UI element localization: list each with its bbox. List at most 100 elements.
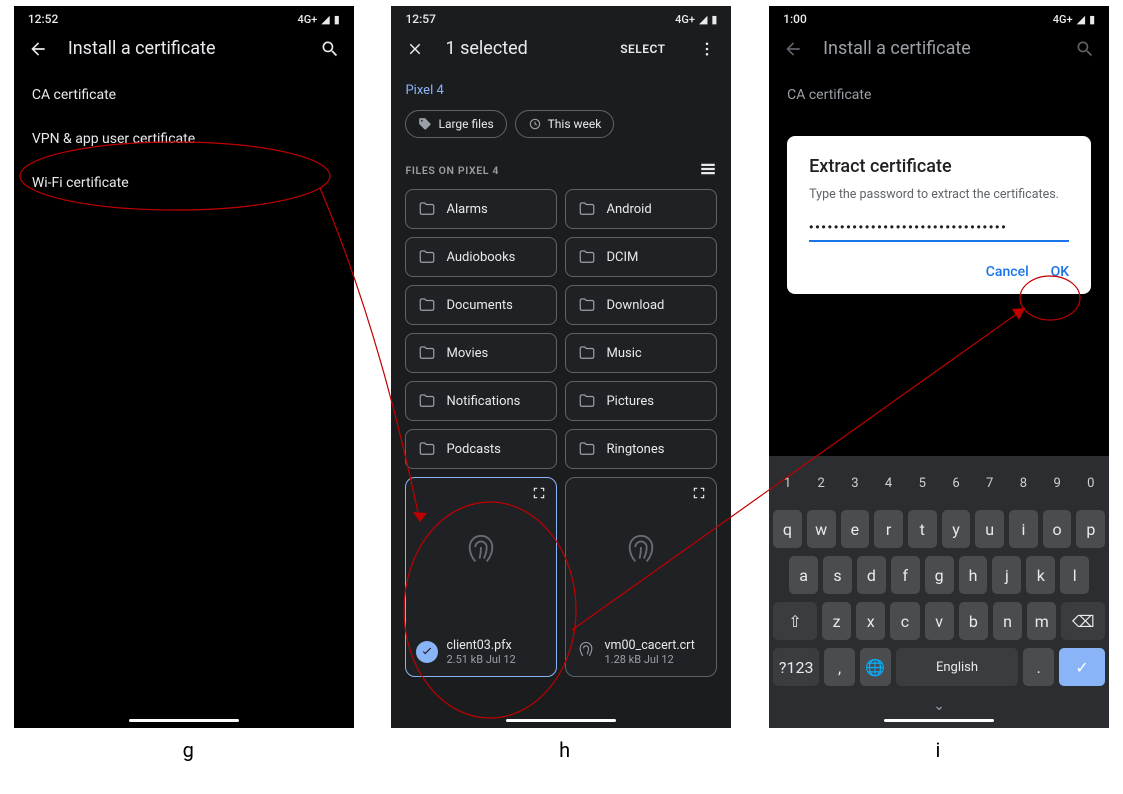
key-q[interactable]: q <box>773 510 802 548</box>
history-icon <box>528 117 542 131</box>
section-header: FILES ON PIXEL 4 <box>391 144 731 189</box>
app-bar: 1 selected SELECT <box>391 30 731 73</box>
key-sym[interactable]: ?123 <box>773 648 819 686</box>
status-bar: 12:57 4G+ ◢ ▮ <box>391 6 731 30</box>
folder-pictures[interactable]: Pictures <box>565 381 717 421</box>
expand-icon[interactable] <box>692 486 708 502</box>
folder-dcim[interactable]: DCIM <box>565 237 717 277</box>
nav-gesture-pill <box>129 719 239 722</box>
key-u[interactable]: u <box>975 510 1004 548</box>
key-b[interactable]: b <box>959 602 988 640</box>
key-o[interactable]: o <box>1043 510 1072 548</box>
extract-dialog: Extract certificate Type the password to… <box>787 136 1091 294</box>
key-9[interactable]: 9 <box>1043 464 1072 502</box>
folder-documents[interactable]: Documents <box>405 285 557 325</box>
key-n[interactable]: n <box>993 602 1022 640</box>
battery-icon: ▮ <box>1089 13 1095 26</box>
key-5[interactable]: 5 <box>908 464 937 502</box>
search-icon[interactable] <box>320 39 340 59</box>
app-bar: Install a certificate <box>769 30 1109 73</box>
cancel-button[interactable]: Cancel <box>986 264 1029 280</box>
label-h: h <box>559 738 570 762</box>
key-i[interactable]: i <box>1009 510 1038 548</box>
breadcrumb[interactable]: Pixel 4 <box>391 73 731 104</box>
folder-music[interactable]: Music <box>565 333 717 373</box>
label-i: i <box>935 738 940 762</box>
key-x[interactable]: x <box>856 602 885 640</box>
clock: 12:52 <box>28 12 58 26</box>
key-p[interactable]: p <box>1076 510 1105 548</box>
key-7[interactable]: 7 <box>975 464 1004 502</box>
key-k[interactable]: k <box>1026 556 1055 594</box>
folder-download[interactable]: Download <box>565 285 717 325</box>
key-w[interactable]: w <box>807 510 836 548</box>
file-grid: client03.pfx2.51 kB Jul 12vm00_cacert.cr… <box>391 469 731 677</box>
key-shift[interactable]: ⇧ <box>773 602 817 640</box>
key-1[interactable]: 1 <box>773 464 802 502</box>
key-2[interactable]: 2 <box>807 464 836 502</box>
expand-icon[interactable] <box>532 486 548 502</box>
nav-gesture-pill <box>884 719 994 722</box>
key-e[interactable]: e <box>841 510 870 548</box>
cert-option-ca: CA certificate <box>769 73 1109 117</box>
overflow-icon[interactable] <box>697 39 717 59</box>
key-0[interactable]: 0 <box>1076 464 1105 502</box>
key-globe[interactable]: 🌐 <box>860 648 891 686</box>
key-m[interactable]: m <box>1027 602 1056 640</box>
chip-this-week[interactable]: This week <box>515 110 615 138</box>
key-comma[interactable]: , <box>824 648 855 686</box>
cert-option-vpn[interactable]: VPN & app user certificate <box>14 117 354 161</box>
key-4[interactable]: 4 <box>874 464 903 502</box>
key-z[interactable]: z <box>822 602 851 640</box>
cert-option-wifi[interactable]: Wi-Fi certificate <box>14 161 354 205</box>
folder-podcasts[interactable]: Podcasts <box>405 429 557 469</box>
key-l[interactable]: l <box>1060 556 1089 594</box>
file-client03-pfx[interactable]: client03.pfx2.51 kB Jul 12 <box>405 477 557 677</box>
status-bar: 1:00 4G+ ◢ ▮ <box>769 6 1109 30</box>
key-r[interactable]: r <box>874 510 903 548</box>
file-vm00_cacert-crt[interactable]: vm00_cacert.crt1.28 kB Jul 12 <box>565 477 717 677</box>
key-period[interactable]: . <box>1023 648 1054 686</box>
folder-movies[interactable]: Movies <box>405 333 557 373</box>
keyboard-collapse-icon[interactable]: ⌄ <box>773 694 1105 714</box>
selection-title: 1 selected <box>445 38 600 59</box>
key-8[interactable]: 8 <box>1009 464 1038 502</box>
chip-large-files[interactable]: Large files <box>405 110 506 138</box>
key-space[interactable]: English <box>896 648 1019 686</box>
key-g[interactable]: g <box>925 556 954 594</box>
folder-ringtones[interactable]: Ringtones <box>565 429 717 469</box>
folder-audiobooks[interactable]: Audiobooks <box>405 237 557 277</box>
screen-h: 12:57 4G+ ◢ ▮ 1 selected SELECT Pixel 4 … <box>391 6 731 728</box>
key-3[interactable]: 3 <box>841 464 870 502</box>
key-enter[interactable]: ✓ <box>1059 648 1105 686</box>
folder-alarms[interactable]: Alarms <box>405 189 557 229</box>
key-y[interactable]: y <box>942 510 971 548</box>
folder-android[interactable]: Android <box>565 189 717 229</box>
ok-button[interactable]: OK <box>1051 264 1070 280</box>
key-backspace[interactable]: ⌫ <box>1061 602 1105 640</box>
key-d[interactable]: d <box>857 556 886 594</box>
password-input[interactable] <box>809 216 1069 242</box>
view-list-icon[interactable] <box>699 160 717 181</box>
screen-i: 1:00 4G+ ◢ ▮ Install a certificate CA ce… <box>769 6 1109 728</box>
signal-icon: ◢ <box>1077 13 1085 26</box>
select-action[interactable]: SELECT <box>620 42 665 56</box>
back-icon[interactable] <box>28 39 48 59</box>
key-t[interactable]: t <box>908 510 937 548</box>
key-a[interactable]: a <box>789 556 818 594</box>
folder-grid: AlarmsAndroidAudiobooksDCIMDocumentsDown… <box>391 189 731 469</box>
key-f[interactable]: f <box>891 556 920 594</box>
close-icon[interactable] <box>405 39 425 59</box>
dialog-title: Extract certificate <box>809 156 1069 177</box>
key-s[interactable]: s <box>823 556 852 594</box>
key-h[interactable]: h <box>959 556 988 594</box>
battery-icon: ▮ <box>711 13 717 26</box>
cert-option-ca[interactable]: CA certificate <box>14 73 354 117</box>
key-v[interactable]: v <box>925 602 954 640</box>
key-c[interactable]: c <box>890 602 919 640</box>
key-j[interactable]: j <box>992 556 1021 594</box>
folder-notifications[interactable]: Notifications <box>405 381 557 421</box>
key-6[interactable]: 6 <box>942 464 971 502</box>
signal-icon: ◢ <box>321 13 329 26</box>
clock: 1:00 <box>783 12 807 26</box>
